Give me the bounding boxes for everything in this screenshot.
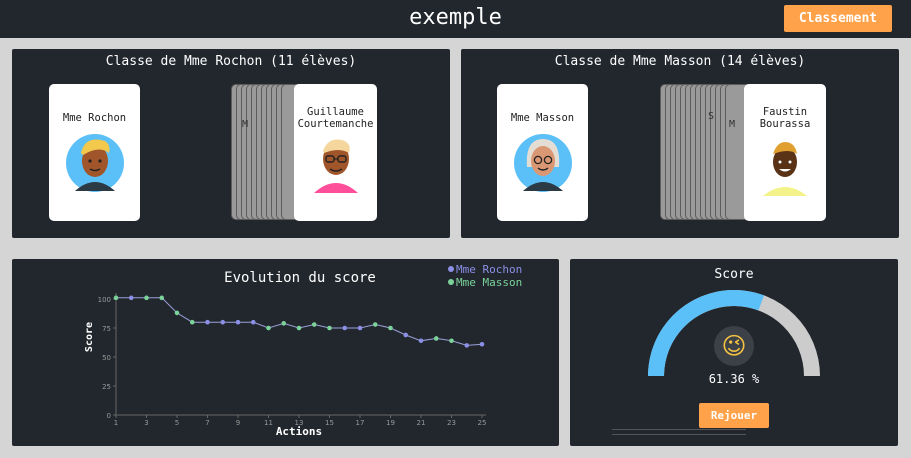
student-name: Faustin Bourassa	[759, 106, 811, 130]
x-tick-label: 5	[175, 419, 179, 427]
x-tick-label: 25	[478, 419, 487, 427]
data-point	[174, 310, 180, 316]
data-point	[403, 332, 409, 338]
data-point	[205, 319, 210, 325]
x-tick-label: 1	[114, 419, 118, 427]
score-line-chart: Evolution du score02550751001 3 5 7 9 11 13 15 1…	[84, 263, 522, 438]
y-tick-label: 50	[102, 354, 111, 362]
data-point	[266, 325, 271, 331]
student-name: Guillaume Courtemanche	[297, 106, 374, 130]
data-point	[250, 319, 256, 325]
data-point	[159, 295, 165, 301]
x-tick-label: 15	[325, 419, 334, 427]
data-point	[388, 325, 393, 331]
y-tick-label: 100	[98, 296, 111, 304]
data-point	[189, 319, 195, 325]
data-point	[449, 338, 454, 344]
class-title: Classe de Mme Rochon (11 élèves)	[105, 54, 357, 69]
data-point	[418, 338, 424, 344]
deck-hint: M	[242, 119, 249, 130]
score-value: 61.36 %	[708, 372, 760, 386]
data-point	[311, 322, 317, 327]
data-point	[433, 336, 439, 341]
x-tick-label: 17	[356, 419, 365, 427]
data-point	[479, 341, 485, 347]
legend-marker	[448, 266, 454, 272]
legend-label: Mme Rochon	[456, 263, 522, 276]
class-panel-masson: Classe de Mme Masson (14 élèves) Mme Mas…	[461, 49, 899, 238]
class-panel-rochon: Classe de Mme Rochon (11 élèves) Mme Roc…	[12, 49, 450, 238]
score-emoji: 😉	[721, 332, 747, 360]
deck-hint: S	[708, 111, 715, 122]
teacher-name: Mme Masson	[510, 112, 575, 124]
y-tick-label: 75	[102, 325, 111, 333]
teacher-name: Mme Rochon	[62, 112, 127, 124]
score-evolution-panel: Evolution du score 0 25 50 75 100 1 3 5 7 9 11 13 15 1…	[12, 259, 559, 446]
legend-label: Mme Masson	[456, 276, 522, 289]
ranking-button[interactable]: Classement	[784, 5, 892, 32]
teacher-card[interactable]: Mme Rochon	[49, 84, 140, 221]
data-point	[464, 343, 470, 348]
teacher-card[interactable]: Mme Masson	[497, 84, 588, 221]
data-point	[342, 325, 348, 331]
student-card[interactable]: Faustin Bourassa	[744, 84, 826, 221]
score-line	[116, 297, 483, 346]
y-tick-label: 0	[107, 412, 111, 420]
top-bar: exemple Classement	[0, 0, 911, 38]
x-tick-label: 3	[144, 419, 148, 427]
data-point	[144, 295, 149, 301]
student-card[interactable]: Guillaume Courtemanche	[294, 84, 377, 221]
x-tick-label: 7	[205, 419, 209, 427]
x-tick-label: 21	[417, 419, 426, 427]
class-title: Classe de Mme Masson (14 élèves)	[554, 54, 806, 69]
x-tick-label: 23	[447, 419, 456, 427]
legend-marker	[448, 279, 454, 285]
data-point	[327, 325, 332, 331]
data-point	[235, 319, 241, 325]
x-tick-label: 19	[386, 419, 395, 427]
data-point	[372, 322, 378, 327]
x-tick-label: 11	[264, 419, 273, 427]
data-point	[113, 295, 119, 301]
data-point	[281, 321, 287, 326]
deck-hint: M	[729, 119, 736, 130]
y-axis-label: Score	[84, 322, 95, 352]
student-avatar-icon	[313, 139, 358, 193]
data-point	[357, 325, 363, 331]
app-title: exemple	[409, 5, 502, 30]
data-point	[296, 325, 302, 331]
x-tick-label: 9	[236, 419, 240, 427]
score-panel: Score 😉 61.36 % Rejouer	[570, 259, 898, 446]
data-point	[128, 295, 134, 301]
student-avatar-icon	[763, 142, 807, 196]
x-axis-label: Actions	[276, 425, 322, 438]
replay-button[interactable]: Rejouer	[699, 403, 769, 428]
y-tick-label: 25	[102, 383, 111, 391]
decorative-lines	[612, 429, 746, 435]
teacher-avatar-icon	[513, 134, 572, 192]
chart-title: Evolution du score	[224, 270, 376, 286]
teacher-avatar-icon	[65, 134, 124, 192]
data-point	[220, 319, 226, 325]
